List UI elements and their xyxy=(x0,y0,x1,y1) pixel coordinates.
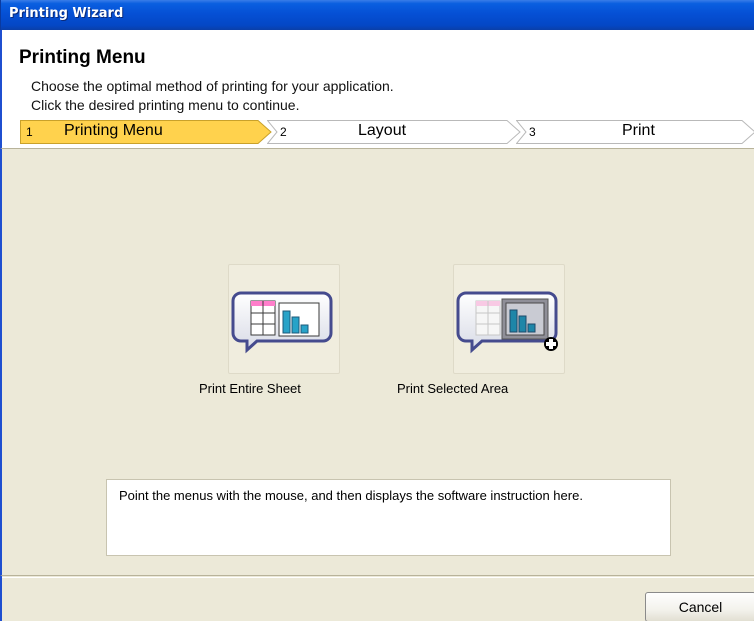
window-title: Printing Wizard xyxy=(9,6,124,21)
step-number: 2 xyxy=(280,125,287,139)
instruction-box: Point the menus with the mouse, and then… xyxy=(106,479,671,556)
print-selected-area-label[interactable]: Print Selected Area xyxy=(397,381,508,396)
instruction-text: Point the menus with the mouse, and then… xyxy=(119,488,583,503)
page-subtitle-line1: Choose the optimal method of printing fo… xyxy=(31,78,394,94)
step-label: Print xyxy=(622,122,655,139)
step-number: 3 xyxy=(529,125,536,139)
footer-bar: Cancel xyxy=(0,575,754,621)
page-subtitle-line2: Click the desired printing menu to conti… xyxy=(31,97,300,113)
step-layout: 2 Layout xyxy=(267,120,521,144)
selected-area-chart-icon xyxy=(456,291,558,354)
step-label: Printing Menu xyxy=(64,122,163,139)
wizard-steps: 1 Printing Menu 2 Layout 3 Print xyxy=(20,120,754,144)
step-print: 3 Print xyxy=(516,120,754,144)
title-bar[interactable]: Printing Wizard xyxy=(0,0,754,30)
print-entire-sheet-label[interactable]: Print Entire Sheet xyxy=(199,381,301,396)
page-title: Printing Menu xyxy=(19,47,146,68)
sheet-chart-icon xyxy=(231,291,333,354)
content-panel: Print Entire Sheet Print Selected Area P… xyxy=(0,148,754,575)
footer-divider xyxy=(2,577,754,578)
step-label: Layout xyxy=(358,122,407,139)
step-printing-menu: 1 Printing Menu xyxy=(20,120,272,144)
wizard-header: Printing Menu Choose the optimal method … xyxy=(0,30,754,148)
print-entire-sheet-button[interactable] xyxy=(228,264,340,374)
print-selected-area-button[interactable] xyxy=(453,264,565,374)
step-number: 1 xyxy=(26,125,33,139)
cancel-button[interactable]: Cancel xyxy=(645,592,754,621)
